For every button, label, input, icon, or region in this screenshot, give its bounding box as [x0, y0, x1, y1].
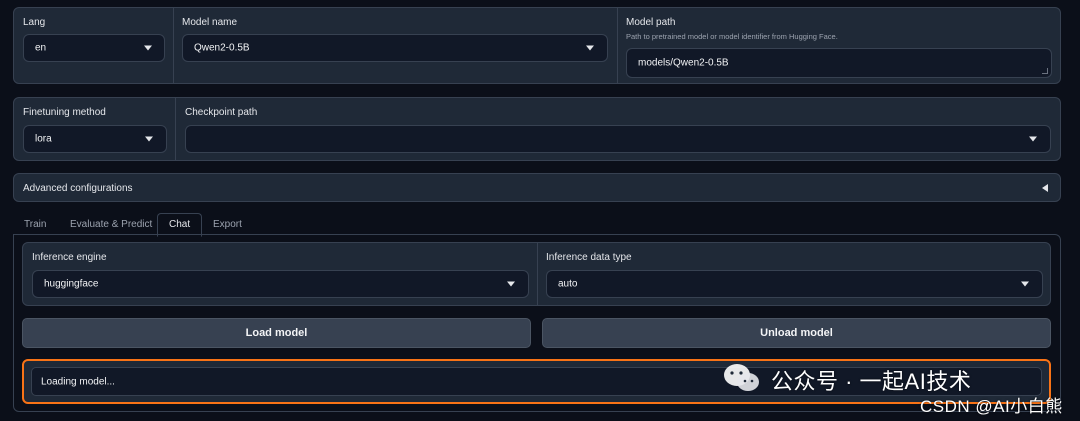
model-name-value: Qwen2-0.5B [194, 42, 250, 54]
model-name-label: Model name [182, 17, 238, 28]
inference-engine-value: huggingface [44, 278, 99, 290]
model-name-cell: Model name Qwen2-0.5B [174, 8, 617, 85]
inference-engine-label: Inference engine [32, 252, 107, 263]
model-path-cell: Model path Path to pretrained model or m… [618, 8, 1062, 85]
chevron-down-icon [1029, 136, 1037, 142]
inference-dtype-dropdown[interactable]: auto [546, 270, 1043, 298]
model-path-value: models/Qwen2-0.5B [638, 57, 729, 69]
wechat-logo-icon [724, 364, 759, 391]
finetuning-dropdown[interactable]: lora [23, 125, 167, 153]
inference-settings-panel: Inference engine huggingface Inference d… [22, 242, 1051, 306]
chevron-down-icon [145, 136, 153, 142]
model-path-label: Model path [626, 17, 676, 28]
checkpoint-dropdown[interactable] [185, 125, 1051, 153]
chevron-down-icon [586, 45, 594, 51]
collapse-triangle-icon [1042, 183, 1048, 192]
model-path-input[interactable]: models/Qwen2-0.5B [626, 48, 1052, 78]
inference-dtype-cell: Inference data type auto [538, 243, 1052, 307]
chevron-down-icon [1021, 281, 1029, 287]
lang-label: Lang [23, 17, 46, 28]
inference-engine-dropdown[interactable]: huggingface [32, 270, 529, 298]
lang-dropdown[interactable]: en [23, 34, 165, 62]
watermark-line2: CSDN @AI小白熊 [920, 397, 1063, 416]
lang-cell: Lang en [14, 8, 173, 85]
adapter-settings-panel: Finetuning method lora Checkpoint path [13, 97, 1061, 161]
finetuning-value: lora [35, 133, 52, 145]
tab-evaluate-predict[interactable]: Evaluate & Predict [70, 219, 152, 230]
finetuning-cell: Finetuning method lora [14, 98, 175, 162]
tab-train[interactable]: Train [24, 219, 46, 230]
resize-handle-icon[interactable] [1042, 68, 1048, 74]
model-name-dropdown[interactable]: Qwen2-0.5B [182, 34, 608, 62]
inference-dtype-label: Inference data type [546, 252, 632, 263]
chevron-down-icon [507, 281, 515, 287]
inference-engine-cell: Inference engine huggingface [23, 243, 537, 307]
status-text: Loading model... [41, 376, 115, 387]
model-settings-panel: Lang en Model name Qwen2-0.5B Model path… [13, 7, 1061, 84]
inference-dtype-value: auto [558, 278, 578, 290]
chevron-down-icon [144, 45, 152, 51]
unload-model-button[interactable]: Unload model [542, 318, 1051, 348]
load-model-button[interactable]: Load model [22, 318, 531, 348]
tab-export[interactable]: Export [213, 219, 242, 230]
advanced-configurations-label: Advanced configurations [23, 183, 133, 194]
checkpoint-label: Checkpoint path [185, 107, 258, 118]
model-path-hint: Path to pretrained model or model identi… [626, 32, 838, 41]
checkpoint-cell: Checkpoint path [176, 98, 1062, 162]
lang-value: en [35, 42, 47, 54]
finetuning-label: Finetuning method [23, 107, 106, 118]
advanced-configurations-accordion[interactable]: Advanced configurations [13, 173, 1061, 202]
